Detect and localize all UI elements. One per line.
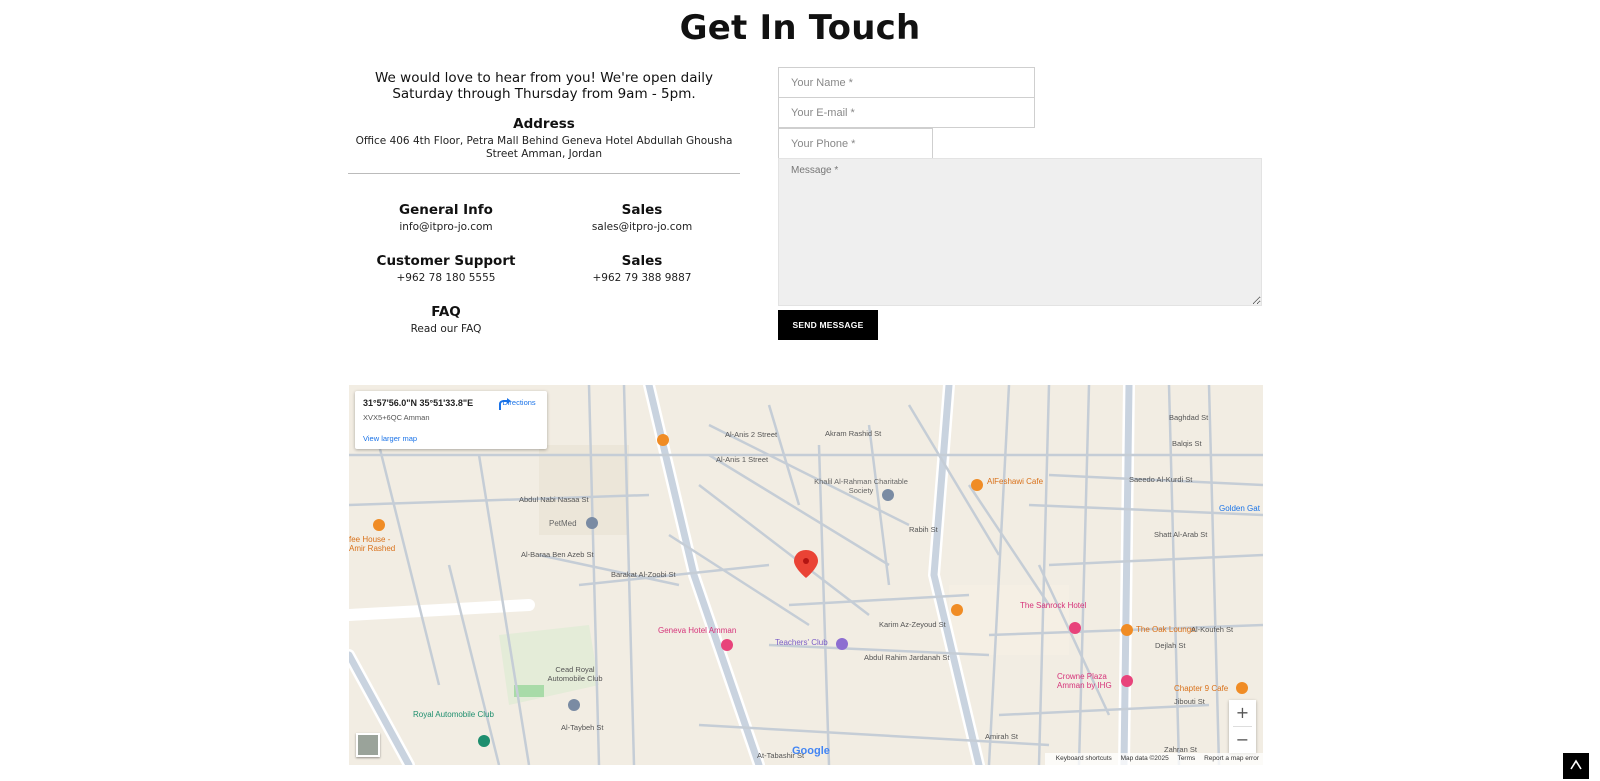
alfeshawi-label[interactable]: AlFeshawi Cafe xyxy=(987,477,1043,486)
crowne-plaza-label[interactable]: Crowne Plaza Amman by IHG xyxy=(1057,672,1127,690)
street-al-anis-2: Al-Anis 2 Street xyxy=(725,430,778,439)
street-al-anis-1: Al-Anis 1 Street xyxy=(716,455,769,464)
street-rabih: Rabih St xyxy=(909,525,938,534)
customer-support-title: Customer Support xyxy=(376,253,516,269)
faq-block: FAQ Read our FAQ xyxy=(348,304,544,335)
google-logo: Google xyxy=(792,745,830,757)
street-al-taybeh: Al-Taybeh St xyxy=(561,723,604,732)
message-textarea[interactable] xyxy=(779,159,1261,305)
sales-email-title: Sales xyxy=(621,202,663,218)
directions-button[interactable]: Directions xyxy=(497,397,541,410)
street-akram-rashid: Akram Rashid St xyxy=(825,429,882,438)
street-saeedo: Saeedo Al-Kurdi St xyxy=(1129,475,1193,484)
email-field[interactable] xyxy=(778,97,1035,128)
phone-input[interactable] xyxy=(779,129,932,158)
street-jibouti: Jibouti St xyxy=(1174,697,1205,706)
faq-title: FAQ xyxy=(431,304,461,320)
street-al-baraa: Al-Baraa Ben Azeb St xyxy=(521,550,594,559)
general-info-email[interactable]: info@itpro-jo.com xyxy=(348,221,544,233)
street-abdul-rahim: Abdul Rahim Jardanah St xyxy=(864,653,950,662)
email-input[interactable] xyxy=(779,98,1034,127)
street-barakat: Barakat Al-Zoobi St xyxy=(611,570,676,579)
sales-phone[interactable]: +962 79 388 9887 xyxy=(544,272,740,284)
teachers-club-label[interactable]: Teachers' Club xyxy=(775,638,828,647)
place-card: 31°57'56.0"N 35°51'33.8"E XVX5+6QC Amman… xyxy=(355,391,547,449)
chevron-up-icon xyxy=(1570,759,1582,770)
address-text: Office 406 4th Floor, Petra Mall Behind … xyxy=(355,135,733,160)
place-plus-code: XVX5+6QC Amman xyxy=(363,413,430,422)
geneva-hotel-label[interactable]: Geneva Hotel Amman xyxy=(658,626,736,635)
street-baghdad: Baghdad St xyxy=(1169,413,1209,422)
street-dejlah: Dejlah St xyxy=(1155,641,1186,650)
keyboard-shortcuts-link[interactable]: Keyboard shortcuts xyxy=(1056,755,1112,762)
report-error-link[interactable]: Report a map error xyxy=(1204,755,1259,762)
sanrock-label[interactable]: The Sanrock Hotel xyxy=(1020,601,1086,610)
khalil-label[interactable]: Khalil Al-Rahman Charitable Society xyxy=(811,477,911,495)
view-larger-map-link[interactable]: View larger map xyxy=(363,434,417,443)
chapter9-label[interactable]: Chapter 9 Cafe xyxy=(1174,684,1228,693)
zoom-controls: + − xyxy=(1229,700,1256,753)
send-message-button[interactable]: SEND MESSAGE xyxy=(778,310,878,340)
map-attribution: Keyboard shortcuts Map data ©2025 Terms … xyxy=(1044,753,1263,765)
sales-email[interactable]: sales@itpro-jo.com xyxy=(544,221,740,233)
street-karim: Karim Az-Zeyoud St xyxy=(879,620,946,629)
name-input[interactable] xyxy=(779,68,1034,97)
map-data-text: Map data ©2025 xyxy=(1120,755,1169,762)
general-info-title: General Info xyxy=(399,202,493,218)
map[interactable]: Geneva Hotel Amman Teachers' Club AlFesh… xyxy=(349,385,1263,765)
satellite-toggle[interactable] xyxy=(356,733,380,757)
terms-link[interactable]: Terms xyxy=(1178,755,1196,762)
customer-support-phone[interactable]: +962 78 180 5555 xyxy=(348,272,544,284)
petmed-label[interactable]: PetMed xyxy=(549,519,577,528)
address-title: Address xyxy=(513,116,575,132)
divider xyxy=(348,173,740,174)
faq-link[interactable]: Read our FAQ xyxy=(348,323,544,335)
cead-royal-label[interactable]: Cead Royal Automobile Club xyxy=(540,665,610,683)
sales-phone-title: Sales xyxy=(621,253,663,269)
street-shatt: Shatt Al-Arab St xyxy=(1154,530,1208,539)
place-coords: 31°57'56.0"N 35°51'33.8"E xyxy=(363,398,474,408)
zoom-in-button[interactable]: + xyxy=(1229,700,1256,726)
golden-gate-label[interactable]: Golden Gat xyxy=(1219,504,1260,513)
message-field[interactable] xyxy=(778,158,1262,306)
customer-support-block: Customer Support +962 78 180 5555 xyxy=(348,253,544,284)
street-al-koufeh: Al-Koufeh St xyxy=(1191,625,1234,634)
page-title: Get In Touch xyxy=(679,8,921,48)
street-abdul-nabi: Abdul Nabi Nasaa St xyxy=(519,495,589,504)
coffee-house-label[interactable]: fee House - Amir Rashed xyxy=(349,535,404,553)
general-info-block: General Info info@itpro-jo.com xyxy=(348,202,544,233)
directions-icon xyxy=(499,398,511,410)
name-field[interactable] xyxy=(778,67,1035,98)
intro-text: We would love to hear from you! We're op… xyxy=(375,70,713,102)
contact-info: We would love to hear from you! We're op… xyxy=(348,70,740,174)
oak-lounge-label[interactable]: The Oak Lounge xyxy=(1136,625,1196,634)
phone-field[interactable] xyxy=(778,128,933,159)
royal-auto-label[interactable]: Royal Automobile Club xyxy=(413,710,494,719)
sales-phone-block: Sales +962 79 388 9887 xyxy=(544,253,740,284)
sales-email-block: Sales sales@itpro-jo.com xyxy=(544,202,740,233)
street-amirah: Amirah St xyxy=(985,732,1018,741)
scroll-to-top-button[interactable] xyxy=(1563,753,1589,779)
street-balqis: Balqis St xyxy=(1172,439,1202,448)
zoom-out-button[interactable]: − xyxy=(1229,727,1256,753)
